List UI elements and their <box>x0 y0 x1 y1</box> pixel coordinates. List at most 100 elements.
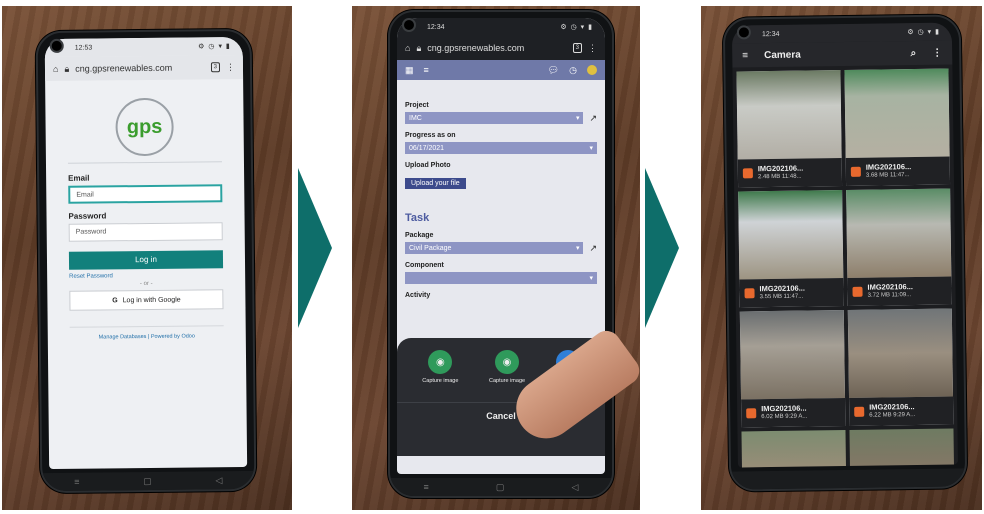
external-link-icon[interactable]: ↗ <box>589 243 597 254</box>
tab-count[interactable]: 3 <box>572 43 582 53</box>
manage-databases-link[interactable]: Manage Databases <box>99 334 147 340</box>
photo-item[interactable]: IMG202106... 3.68 MB 11:47... <box>844 68 951 186</box>
menu-icon[interactable]: ≡ <box>424 482 429 492</box>
upload-photo-label: Upload Photo <box>405 162 451 169</box>
status-time: 12:53 <box>74 44 93 52</box>
project-value: IMC <box>409 114 422 122</box>
photo-item[interactable]: IMG202106... 2.48 MB 11:48... <box>736 70 843 188</box>
menu-dots-icon[interactable]: ⋮ <box>226 62 235 73</box>
gallery-title: Camera <box>763 49 801 61</box>
android-nav-bar <box>731 468 966 490</box>
powered-by-link[interactable]: Powered by Odoo <box>151 333 195 339</box>
image-file-icon <box>744 288 755 299</box>
or-separator: - or - <box>139 280 153 288</box>
password-label: Password <box>68 211 107 221</box>
package-select[interactable]: Civil Package ▾ <box>405 242 584 254</box>
photo-thumbnail <box>847 308 954 398</box>
reset-password-link[interactable]: Reset Password <box>69 272 223 279</box>
search-icon[interactable]: ⌕ <box>911 47 917 58</box>
project-row: IMC ▾ ↗ <box>405 112 597 124</box>
photo-caption: IMG202106... 3.72 MB 11:09... <box>847 276 952 306</box>
home-button-icon[interactable]: ▢ <box>496 482 505 493</box>
photo-thumbnail <box>846 188 952 278</box>
photo-meta: 6.22 MB 9:29 A... <box>869 412 916 419</box>
package-row: Civil Package ▾ ↗ <box>405 242 597 254</box>
home-icon[interactable]: ⌂ <box>53 64 59 74</box>
photo-meta: 6.02 MB 9:29 A... <box>761 413 808 421</box>
image-file-icon <box>742 168 753 179</box>
photo-item[interactable]: IMG202106... 6.02 MB 9:29 A... <box>739 310 846 428</box>
login-button[interactable]: Log in <box>68 250 224 270</box>
footer-links: Manage Databases | Powered by Odoo <box>69 325 224 341</box>
image-file-icon <box>850 166 861 177</box>
upload-file-button[interactable]: Upload your file <box>405 178 466 189</box>
google-login-label: Log in with Google <box>122 296 181 304</box>
component-label: Component <box>405 262 444 269</box>
photo-item[interactable] <box>849 428 955 468</box>
chevron-down-icon: ▾ <box>589 145 593 152</box>
photo-item[interactable] <box>741 430 847 468</box>
menu-icon[interactable]: ≡ <box>74 477 79 487</box>
step-arrow-2 <box>645 168 679 328</box>
activity-label: Activity <box>405 292 431 299</box>
component-row: ▾ <box>405 272 597 284</box>
capture-image-option-1[interactable]: ◉ Capture image <box>422 350 458 384</box>
login-screen: 12:53 ⚙ ◷ ▾ ▮ ⌂ 🔒︎ cng.gpsrenewables.com… <box>44 36 248 470</box>
activity-icon[interactable]: ◷ <box>569 65 577 76</box>
hamburger-icon[interactable]: ≡ <box>742 50 748 61</box>
back-icon[interactable]: ◁ <box>215 475 222 486</box>
status-icons: ⚙ ◷ ▾ ▮ <box>198 43 231 51</box>
image-file-icon <box>852 286 863 297</box>
photo-caption: IMG202106... 6.02 MB 9:29 A... <box>741 398 846 428</box>
password-field[interactable]: Password <box>68 222 223 242</box>
package-value: Civil Package <box>409 244 452 252</box>
status-time: 12:34 <box>427 23 445 31</box>
capture-image-option-2[interactable]: ◉ Capture image <box>489 350 525 384</box>
tutorial-composite: 12:53 ⚙ ◷ ▾ ▮ ⌂ 🔒︎ cng.gpsrenewables.com… <box>0 0 984 514</box>
progress-date-field[interactable]: 06/17/2021 ▾ <box>405 142 597 154</box>
progress-date-value: 06/17/2021 <box>409 144 445 152</box>
photo-grid: IMG202106... 2.48 MB 11:48... IMG202106.… <box>732 64 957 431</box>
photo-caption: IMG202106... 3.68 MB 11:47... <box>845 156 951 186</box>
photo-thumbnail <box>739 310 846 400</box>
project-select[interactable]: IMC ▾ <box>405 112 584 124</box>
photo-item[interactable]: IMG202106... 3.72 MB 11:09... <box>846 188 952 306</box>
chevron-down-icon: ▾ <box>589 275 593 282</box>
chat-icon[interactable]: 💬︎ <box>548 65 559 76</box>
avatar[interactable] <box>587 65 597 75</box>
component-select[interactable]: ▾ <box>405 272 597 284</box>
lock-icon: 🔒︎ <box>416 42 422 53</box>
url-text[interactable]: cng.gpsrenewables.com <box>427 43 566 53</box>
camera-app-icon: ◉ <box>428 350 453 374</box>
photo-meta: 3.68 MB 11:47... <box>865 172 910 179</box>
progress-date-label: Progress as on <box>405 132 456 139</box>
tab-count[interactable]: 3 <box>210 62 221 73</box>
photo-caption: IMG202106... 2.48 MB 11:48... <box>737 158 843 188</box>
home-icon[interactable]: ⌂ <box>405 43 410 53</box>
external-link-icon[interactable]: ↗ <box>589 113 597 124</box>
chevron-down-icon: ▾ <box>575 115 580 122</box>
camera-app-icon: ◉ <box>495 350 520 374</box>
front-camera <box>49 38 64 53</box>
photo-item[interactable]: IMG202106... 6.22 MB 9:29 A... <box>847 308 954 426</box>
menu-dots-icon[interactable]: ⋮ <box>932 47 942 58</box>
front-camera <box>402 18 416 32</box>
menu-dots-icon[interactable]: ⋮ <box>588 43 597 54</box>
apps-grid-icon[interactable]: ▦ <box>405 65 414 76</box>
photo-meta: 2.48 MB 11:48... <box>757 173 802 181</box>
photo-meta: 3.72 MB 11:09... <box>867 292 912 299</box>
image-file-icon <box>746 408 757 419</box>
task-section-title: Task <box>405 212 430 224</box>
url-text[interactable]: cng.gpsrenewables.com <box>75 62 205 74</box>
hamburger-icon[interactable]: ≡ <box>424 65 429 75</box>
phone-login: 12:53 ⚙ ◷ ▾ ▮ ⌂ 🔒︎ cng.gpsrenewables.com… <box>35 28 257 494</box>
photo-item[interactable]: IMG202106... 3.55 MB 11:47... <box>738 190 844 308</box>
home-button-icon[interactable]: ▢ <box>143 475 152 486</box>
odoo-app-bar: ▦ ≡ 💬︎ ◷ <box>397 60 605 80</box>
back-icon[interactable]: ◁ <box>572 482 579 493</box>
status-icons: ⚙ ◷ ▾ ▮ <box>560 24 593 31</box>
email-field[interactable]: Email <box>68 184 223 204</box>
browser-url-bar: ⌂ 🔒︎ cng.gpsrenewables.com 3 ⋮ <box>44 54 244 82</box>
divider <box>67 161 222 164</box>
google-login-button[interactable]: G Log in with Google <box>69 289 224 311</box>
